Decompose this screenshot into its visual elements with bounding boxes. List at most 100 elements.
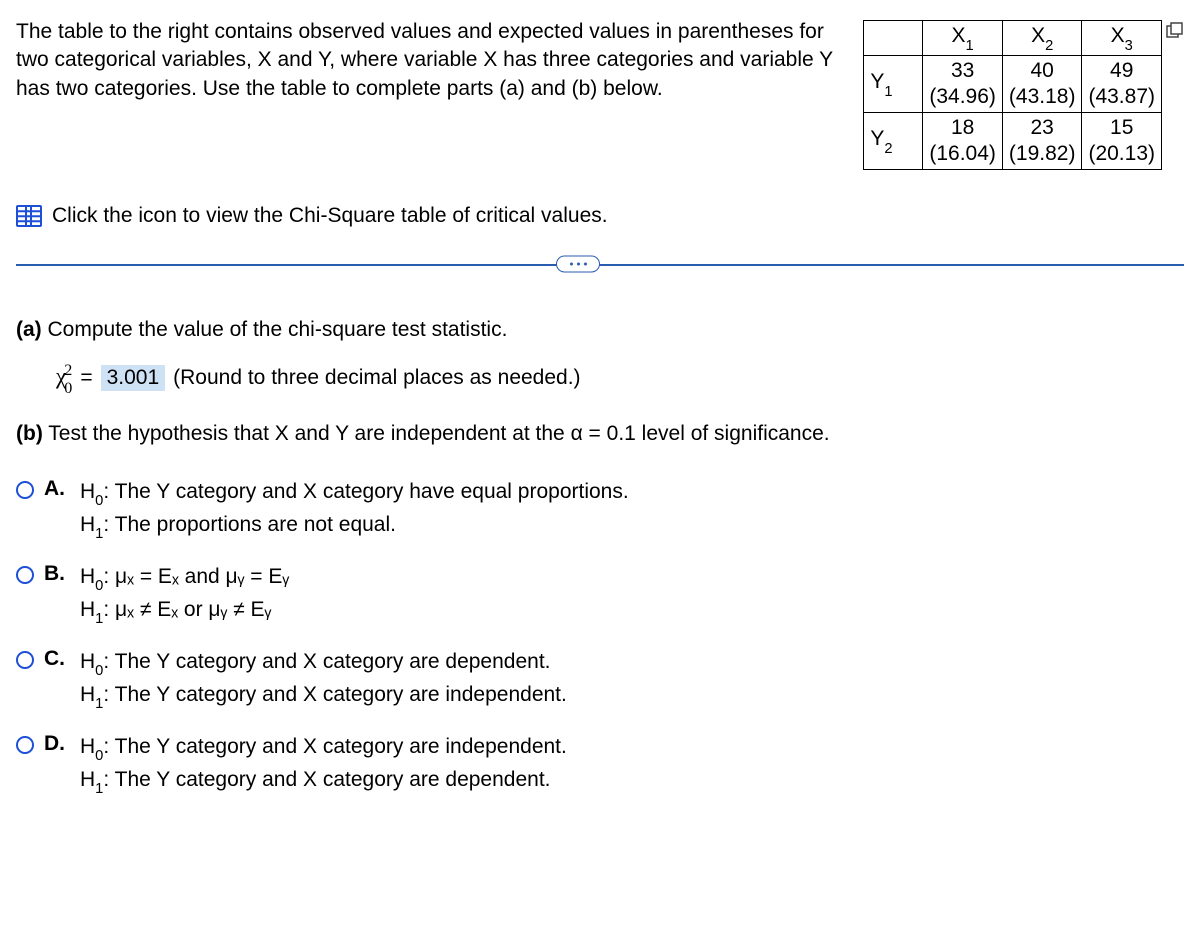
expand-capsule[interactable] [556, 256, 600, 273]
option-body-b: H0: μₓ = Eₓ and μᵧ = Eᵧ H1: μₓ ≠ Eₓ or μ… [80, 562, 289, 629]
cell-y1-x2: 40(43.18) [1002, 56, 1082, 113]
col-header-x2-base: X [1031, 24, 1045, 47]
option-a: A. H0: The Y category and X category hav… [16, 477, 1184, 544]
h-sub: 1 [95, 611, 103, 627]
cell-y2-x3: 15(20.13) [1082, 113, 1162, 170]
top-row: The table to the right contains observed… [16, 18, 1184, 170]
h-symbol: H [80, 598, 95, 621]
option-body-a: H0: The Y category and X category have e… [80, 477, 629, 544]
radio-c[interactable] [16, 651, 34, 669]
ellipsis-icon [570, 263, 587, 266]
col-header-x1: X1 [923, 21, 1003, 56]
row-header-y1: Y1 [864, 56, 923, 113]
section-divider [16, 254, 1184, 274]
chi-square-symbol: χ20 [56, 362, 82, 394]
exp-value: (16.04) [929, 141, 996, 167]
h-sub: 1 [95, 781, 103, 797]
chi-link-text: Click the icon to view the Chi-Square ta… [52, 204, 608, 228]
option-letter-a: A. [44, 477, 70, 501]
part-b-text-before: Test the hypothesis that X and Y are ind… [48, 422, 570, 445]
h0-text: : The Y category and X category have equ… [103, 480, 628, 503]
row-header-y1-base: Y [870, 70, 884, 93]
equals-sign: = [80, 366, 92, 390]
obs-value: 33 [929, 58, 996, 84]
row-header-y2: Y2 [864, 113, 923, 170]
h0-math: : μₓ = Eₓ and μᵧ = Eᵧ [103, 565, 289, 588]
alpha-value: = 0.1 level of significance. [583, 422, 830, 445]
part-a-text: Compute the value of the chi-square test… [48, 318, 508, 341]
obs-value: 40 [1009, 58, 1076, 84]
h-sub: 1 [95, 696, 103, 712]
row-header-y1-sub: 1 [884, 84, 892, 100]
radio-d[interactable] [16, 736, 34, 754]
chi-square-formula: χ20 = 3.001 (Round to three decimal plac… [56, 362, 1184, 394]
obs-value: 23 [1009, 115, 1076, 141]
obs-value: 18 [929, 115, 996, 141]
col-header-x2-sub: 2 [1045, 38, 1053, 54]
h1-text: : The proportions are not equal. [103, 513, 396, 536]
obs-value: 15 [1088, 115, 1155, 141]
table-icon [16, 205, 42, 227]
contingency-table: X1 X2 X3 Y1 33(34.96) 40(43.18) 49(43.87… [863, 20, 1162, 170]
rounding-hint: (Round to three decimal places as needed… [173, 366, 580, 390]
col-header-x2: X2 [1002, 21, 1082, 56]
option-b: B. H0: μₓ = Eₓ and μᵧ = Eᵧ H1: μₓ ≠ Eₓ o… [16, 562, 1184, 629]
h-symbol: H [80, 683, 95, 706]
chi-square-answer[interactable]: 3.001 [101, 365, 166, 391]
h1-text: : The Y category and X category are inde… [103, 683, 567, 706]
row-header-y2-base: Y [870, 127, 884, 150]
h-symbol: H [80, 480, 95, 503]
col-header-x3-sub: 3 [1125, 38, 1133, 54]
row-header-y2-sub: 2 [884, 141, 892, 157]
exp-value: (34.96) [929, 84, 996, 110]
h1-math: : μₓ ≠ Eₓ or μᵧ ≠ Eᵧ [103, 598, 271, 621]
chi-square-table-link[interactable]: Click the icon to view the Chi-Square ta… [16, 204, 1184, 228]
col-header-x1-sub: 1 [966, 38, 974, 54]
option-d: D. H0: The Y category and X category are… [16, 732, 1184, 799]
h-sub: 1 [95, 526, 103, 542]
option-body-d: H0: The Y category and X category are in… [80, 732, 567, 799]
chi-sub: 0 [64, 380, 72, 397]
h-sub: 0 [95, 663, 103, 679]
part-a-label: (a) [16, 318, 42, 341]
exp-value: (43.18) [1009, 84, 1076, 110]
answer-options: A. H0: The Y category and X category hav… [16, 477, 1184, 799]
option-letter-c: C. [44, 647, 70, 671]
table-corner [864, 21, 923, 56]
radio-a[interactable] [16, 481, 34, 499]
part-b: (b) Test the hypothesis that X and Y are… [16, 420, 1184, 448]
radio-b[interactable] [16, 566, 34, 584]
col-header-x3-base: X [1111, 24, 1125, 47]
divider-line [16, 264, 1184, 266]
cell-y2-x2: 23(19.82) [1002, 113, 1082, 170]
h-symbol: H [80, 513, 95, 536]
problem-instructions: The table to the right contains observed… [16, 18, 863, 103]
h-sub: 0 [95, 578, 103, 594]
h0-text: : The Y category and X category are depe… [103, 650, 550, 673]
part-a: (a) Compute the value of the chi-square … [16, 318, 1184, 342]
chi-sup: 2 [64, 362, 72, 379]
part-b-label: (b) [16, 422, 43, 445]
option-c: C. H0: The Y category and X category are… [16, 647, 1184, 714]
cell-y2-x1: 18(16.04) [923, 113, 1003, 170]
exp-value: (43.87) [1088, 84, 1155, 110]
h0-text: : The Y category and X category are inde… [103, 735, 567, 758]
option-letter-d: D. [44, 732, 70, 756]
option-body-c: H0: The Y category and X category are de… [80, 647, 567, 714]
h-symbol: H [80, 768, 95, 791]
h-sub: 0 [95, 748, 103, 764]
h-sub: 0 [95, 493, 103, 509]
h1-text: : The Y category and X category are depe… [103, 768, 550, 791]
h-symbol: H [80, 650, 95, 673]
exp-value: (19.82) [1009, 141, 1076, 167]
h-symbol: H [80, 735, 95, 758]
h-symbol: H [80, 565, 95, 588]
option-letter-b: B. [44, 562, 70, 586]
popout-icon[interactable] [1166, 22, 1184, 40]
obs-value: 49 [1088, 58, 1155, 84]
cell-y1-x3: 49(43.87) [1082, 56, 1162, 113]
cell-y1-x1: 33(34.96) [923, 56, 1003, 113]
alpha-symbol: α [571, 422, 583, 445]
col-header-x3: X3 [1082, 21, 1162, 56]
exp-value: (20.13) [1088, 141, 1155, 167]
